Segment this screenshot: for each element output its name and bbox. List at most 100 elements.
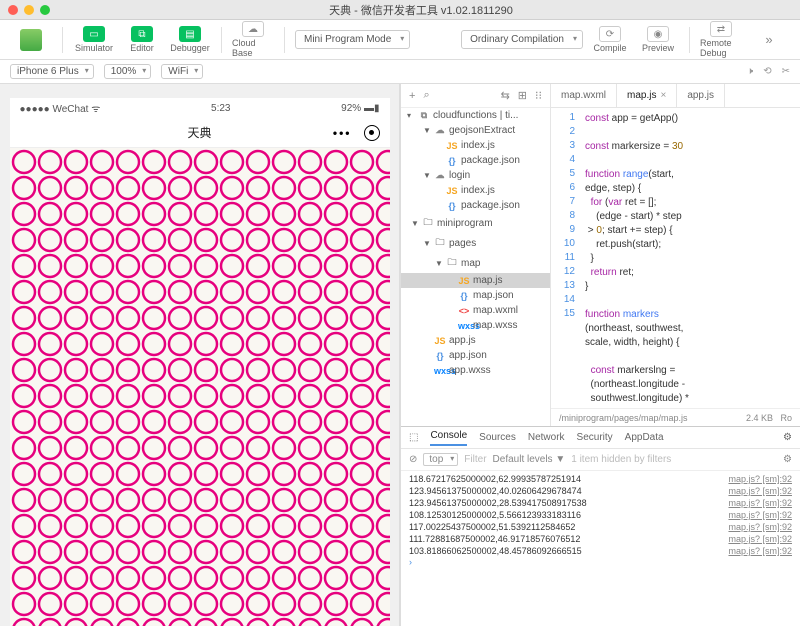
tree-item[interactable]: ▼☁geojsonExtract	[401, 123, 550, 138]
devtools-settings-icon[interactable]: ⚙	[783, 432, 792, 443]
tree-item[interactable]: {}package.json	[401, 153, 550, 168]
editor-tab[interactable]: map.js×	[617, 84, 677, 107]
source-link[interactable]: map.js? [sm]:92	[728, 474, 792, 484]
devtools-tabs: ⬚ Console Sources Network Security AppData ⚙	[401, 427, 800, 449]
preview-button[interactable]: ◉Preview	[637, 26, 679, 53]
source-link[interactable]: map.js? [sm]:92	[728, 486, 792, 496]
signal-icon: ●●●●●	[20, 104, 50, 115]
wifi-icon: ᯤ	[91, 104, 100, 115]
console-row: 123.94561375000002,28.53941750891753​8ma…	[409, 497, 792, 509]
settings-icon[interactable]: ⊞	[518, 89, 527, 102]
more-icon[interactable]: ⁝⁝	[535, 89, 542, 102]
device-select[interactable]: iPhone 6 Plus	[10, 64, 94, 79]
window-controls	[8, 5, 50, 15]
app-title: 天典	[187, 124, 211, 141]
source-link[interactable]: map.js? [sm]:92	[728, 498, 792, 508]
hidden-count: 1 item hidden by filters	[571, 454, 671, 465]
tree-item[interactable]: wxssmap.wxss	[401, 318, 550, 333]
editor-tab[interactable]: map.wxml	[551, 84, 617, 107]
capsule-close-icon[interactable]	[364, 125, 380, 141]
console-output[interactable]: 118.67217625000002,62.99935787251914map.…	[401, 471, 800, 626]
close-tab-icon[interactable]: ×	[660, 90, 666, 101]
console-row: 103.81866062500002,48.45786092666515map.…	[409, 545, 792, 557]
console-prompt[interactable]	[409, 557, 792, 567]
context-select[interactable]: top	[423, 453, 458, 466]
remote-debug-button[interactable]: ⇄Remote Debug	[700, 21, 742, 58]
debugger-button[interactable]: ▤Debugger	[169, 26, 211, 53]
tree-item[interactable]: wxssapp.wxss	[401, 363, 550, 378]
tree-item[interactable]: {}app.json	[401, 348, 550, 363]
console-row: 111.72881687500002,46.91718576076512map.…	[409, 533, 792, 545]
code-editor: map.wxmlmap.js×app.js 123456789101112131…	[551, 84, 800, 426]
editor-button[interactable]: ⧉Editor	[121, 26, 163, 53]
more-tools-button[interactable]: »	[748, 32, 790, 47]
devtools-tab[interactable]: Network	[528, 432, 565, 443]
marker-grid	[10, 148, 390, 626]
editor-tabs: map.wxmlmap.js×app.js	[551, 84, 800, 108]
tree-item[interactable]: <>map.wxml	[401, 303, 550, 318]
mute-icon[interactable]: 🕨	[747, 66, 753, 77]
tree-item[interactable]: ▼🗀miniprogram	[401, 213, 550, 233]
zoom-window-icon[interactable]	[40, 5, 50, 15]
inspect-icon[interactable]: ⬚	[409, 432, 418, 443]
compilation-dropdown[interactable]: Ordinary Compilation	[461, 30, 583, 49]
console-row: 117.00225437500002,51.5392112584652map.j…	[409, 521, 792, 533]
battery-icon: ▬▮	[364, 103, 380, 114]
capsule-menu-icon[interactable]: •••	[333, 126, 352, 140]
devtools-panel: ⬚ Console Sources Network Security AppData ⚙…	[401, 426, 800, 626]
simulator-bar: iPhone 6 Plus 100% WiFi 🕨 ⟲ ✂	[0, 60, 800, 84]
tree-item[interactable]: JSindex.js	[401, 138, 550, 153]
tree-item[interactable]: ▼☁login	[401, 168, 550, 183]
console-settings-icon[interactable]: ⚙	[783, 454, 792, 465]
source-link[interactable]: map.js? [sm]:92	[728, 510, 792, 520]
collapse-icon[interactable]: ⇆	[501, 89, 510, 102]
phone-frame: ●●●●● WeChat ᯤ 5:23 92% ▬▮ 天典 •••	[10, 98, 390, 626]
tree-item[interactable]: {}package.json	[401, 198, 550, 213]
network-select[interactable]: WiFi	[161, 64, 203, 79]
window-title: 天典 - 微信开发者工具 v1.02.1811290	[50, 2, 792, 18]
tree-item[interactable]: ▼🗀map	[401, 253, 550, 273]
line-gutter: 123456789101112131415	[551, 108, 581, 408]
mode-dropdown[interactable]: Mini Program Mode	[295, 30, 410, 49]
simulator-button[interactable]: ▭Simulator	[73, 26, 115, 53]
phone-nav-bar: 天典 •••	[10, 118, 390, 148]
editor-tab[interactable]: app.js	[677, 84, 725, 107]
cloud-base-button[interactable]: ☁Cloud Base	[232, 21, 274, 58]
devtools-tab[interactable]: AppData	[625, 432, 664, 443]
tree-item[interactable]: ▼🗀pages	[401, 233, 550, 253]
close-window-icon[interactable]	[8, 5, 18, 15]
levels-select[interactable]: Default levels ▼	[493, 454, 566, 465]
tree-item[interactable]: JSapp.js	[401, 333, 550, 348]
rotate-icon[interactable]: ⟲	[763, 66, 771, 77]
source-link[interactable]: map.js? [sm]:92	[728, 522, 792, 532]
code-source[interactable]: const app = getApp() const markersize = …	[581, 108, 800, 408]
console-row: 123.94561375000002,40.02606429678474map.…	[409, 485, 792, 497]
titlebar: 天典 - 微信开发者工具 v1.02.1811290	[0, 0, 800, 20]
devtools-tab[interactable]: Sources	[479, 432, 516, 443]
phone-time: 5:23	[211, 103, 230, 114]
tree-item[interactable]: {}map.json	[401, 288, 550, 303]
cut-icon[interactable]: ✂	[782, 66, 790, 77]
clear-console-icon[interactable]: ⊘	[409, 454, 417, 465]
devtools-tab[interactable]: Security	[577, 432, 613, 443]
breadcrumb: /miniprogram/pages/map/map.js 2.4 KB Ro	[551, 408, 800, 426]
project-avatar[interactable]	[10, 29, 52, 51]
minimize-window-icon[interactable]	[24, 5, 34, 15]
main-toolbar: ▭Simulator ⧉Editor ▤Debugger ☁Cloud Base…	[0, 20, 800, 60]
tree-root[interactable]: ▾⧉cloudfunctions | ti...	[401, 108, 550, 123]
console-row: 118.67217625000002,62.99935787251914map.…	[409, 473, 792, 485]
console-row: 108.12530125000002,5.566123933183116map.…	[409, 509, 792, 521]
add-file-icon[interactable]: +	[409, 90, 415, 102]
map-canvas[interactable]	[10, 148, 390, 626]
filter-input[interactable]: Filter	[464, 454, 486, 465]
source-link[interactable]: map.js? [sm]:92	[728, 534, 792, 544]
zoom-select[interactable]: 100%	[104, 64, 152, 79]
search-icon[interactable]: ⌕	[423, 89, 429, 102]
devtools-tab[interactable]: Console	[430, 430, 467, 446]
compile-button[interactable]: ⟳Compile	[589, 26, 631, 53]
simulator-panel: ●●●●● WeChat ᯤ 5:23 92% ▬▮ 天典 •••	[0, 84, 400, 626]
source-link[interactable]: map.js? [sm]:92	[728, 546, 792, 556]
phone-status-bar: ●●●●● WeChat ᯤ 5:23 92% ▬▮	[10, 98, 390, 118]
tree-item[interactable]: JSindex.js	[401, 183, 550, 198]
tree-item[interactable]: JSmap.js	[401, 273, 550, 288]
